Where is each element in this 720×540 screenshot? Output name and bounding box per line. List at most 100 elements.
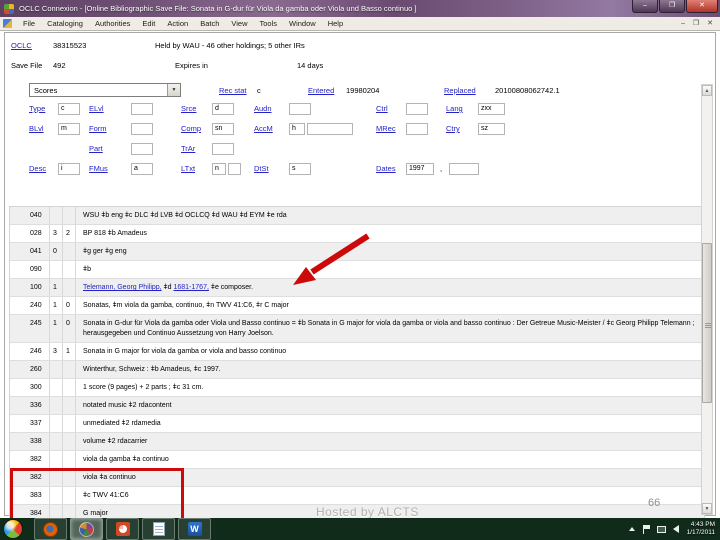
- marc-tag[interactable]: 245: [10, 315, 50, 342]
- ff-label-accm[interactable]: AccM: [254, 124, 273, 133]
- marc-content[interactable]: Sonatas, ǂm viola da gamba, continuo, ǂn…: [76, 297, 705, 314]
- ff-label-trar[interactable]: TrAr: [181, 144, 195, 153]
- close-button[interactable]: ✕: [686, 0, 718, 13]
- ff-value-lang[interactable]: zxx: [478, 103, 505, 115]
- ff-value-dtst[interactable]: s: [289, 163, 311, 175]
- marc-ind2[interactable]: 0: [63, 315, 76, 342]
- menu-batch[interactable]: Batch: [194, 17, 225, 31]
- ff-value-part[interactable]: [131, 143, 153, 155]
- menu-tools[interactable]: Tools: [254, 17, 284, 31]
- ff-label-audn[interactable]: Audn: [254, 104, 272, 113]
- volume-icon[interactable]: [672, 525, 679, 533]
- scrollbar-up-arrow-icon[interactable]: ▲: [702, 85, 712, 96]
- ff-value-ltxt-2[interactable]: [228, 163, 241, 175]
- marc-ind1[interactable]: [50, 415, 63, 432]
- marc-tag[interactable]: 300: [10, 379, 50, 396]
- marc-content[interactable]: viola da gamba ǂa continuo: [76, 451, 705, 468]
- marc-ind2[interactable]: [63, 397, 76, 414]
- ff-value-audn[interactable]: [289, 103, 311, 115]
- ff-value-form[interactable]: [131, 123, 153, 135]
- marc-ind2[interactable]: [63, 361, 76, 378]
- ff-label-desc[interactable]: Desc: [29, 164, 46, 173]
- marc-ind2[interactable]: [63, 433, 76, 450]
- maximize-button[interactable]: ❐: [659, 0, 685, 13]
- authority-link[interactable]: Telemann, Georg Philipp,: [83, 284, 162, 291]
- vertical-scrollbar[interactable]: ▲ ▼: [701, 84, 713, 515]
- marc-ind1[interactable]: 3: [50, 343, 63, 360]
- marc-content[interactable]: volume ǂ2 rdacarrier: [76, 433, 705, 450]
- start-button[interactable]: [3, 519, 23, 539]
- minimize-button[interactable]: –: [632, 0, 658, 13]
- ff-label-blvl[interactable]: BLvl: [29, 124, 44, 133]
- ff-label-dates[interactable]: Dates: [376, 164, 396, 173]
- dropdown-arrow-icon[interactable]: ▼: [167, 84, 180, 96]
- marc-ind2[interactable]: 1: [63, 343, 76, 360]
- ff-label-form[interactable]: Form: [89, 124, 107, 133]
- marc-ind2[interactable]: [63, 451, 76, 468]
- ff-value-ctry[interactable]: sz: [478, 123, 505, 135]
- ff-value-desc[interactable]: i: [58, 163, 80, 175]
- ff-label-dtst[interactable]: DtSt: [254, 164, 269, 173]
- entered-link[interactable]: Entered: [308, 86, 334, 95]
- mdi-window-controls[interactable]: – ❐ ✕: [681, 17, 716, 31]
- marc-content[interactable]: unmediated ǂ2 rdamedia: [76, 415, 705, 432]
- marc-content[interactable]: BP 818 ǂb Amadeus: [76, 225, 705, 242]
- marc-ind2[interactable]: 0: [63, 297, 76, 314]
- ff-value-comp[interactable]: sn: [212, 123, 234, 135]
- marc-ind1[interactable]: 1: [50, 279, 63, 296]
- marc-ind2[interactable]: [63, 415, 76, 432]
- marc-content[interactable]: 1 score (9 pages) + 2 parts ; ǂc 31 cm.: [76, 379, 705, 396]
- ff-label-ctrl[interactable]: Ctrl: [376, 104, 388, 113]
- ff-label-fmus[interactable]: FMus: [89, 164, 108, 173]
- marc-ind1[interactable]: [50, 433, 63, 450]
- format-dropdown[interactable]: Scores ▼: [29, 83, 181, 97]
- ff-label-srce[interactable]: Srce: [181, 104, 196, 113]
- marc-ind1[interactable]: 1: [50, 297, 63, 314]
- ff-value-dates-2[interactable]: [449, 163, 479, 175]
- network-icon[interactable]: [656, 525, 666, 533]
- marc-ind2[interactable]: [63, 379, 76, 396]
- marc-ind2[interactable]: 2: [63, 225, 76, 242]
- menu-edit[interactable]: Edit: [136, 17, 161, 31]
- marc-ind1[interactable]: [50, 397, 63, 414]
- ff-label-type[interactable]: Type: [29, 104, 45, 113]
- ff-label-ctry[interactable]: Ctry: [446, 124, 460, 133]
- ff-label-part[interactable]: Part: [89, 144, 103, 153]
- marc-content[interactable]: Winterthur, Schweiz : ǂb Amadeus, ǂc 199…: [76, 361, 705, 378]
- marc-content[interactable]: ǂb: [76, 261, 705, 278]
- menu-view[interactable]: View: [225, 17, 253, 31]
- marc-tag[interactable]: 382: [10, 451, 50, 468]
- ff-value-accm-2[interactable]: [307, 123, 353, 135]
- marc-tag[interactable]: 338: [10, 433, 50, 450]
- marc-tag[interactable]: 260: [10, 361, 50, 378]
- marc-tag[interactable]: 100: [10, 279, 50, 296]
- ff-value-ltxt[interactable]: n: [212, 163, 226, 175]
- ff-value-elvl[interactable]: [131, 103, 153, 115]
- marc-ind1[interactable]: [50, 361, 63, 378]
- marc-content[interactable]: Telemann, Georg Philipp, ǂd 1681-1767, ǂ…: [76, 279, 705, 296]
- ff-value-blvl[interactable]: m: [58, 123, 80, 135]
- marc-ind1[interactable]: 1: [50, 315, 63, 342]
- replaced-link[interactable]: Replaced: [444, 86, 476, 95]
- hidden-icons-arrow-icon[interactable]: [628, 527, 635, 531]
- ff-label-lang[interactable]: Lang: [446, 104, 463, 113]
- menu-help[interactable]: Help: [322, 17, 349, 31]
- marc-tag[interactable]: 246: [10, 343, 50, 360]
- scrollbar-down-arrow-icon[interactable]: ▼: [702, 503, 712, 514]
- action-center-flag-icon[interactable]: [642, 524, 650, 534]
- authority-link[interactable]: 1681-1767,: [173, 284, 208, 291]
- marc-tag[interactable]: 090: [10, 261, 50, 278]
- scrollbar-thumb[interactable]: [702, 243, 712, 403]
- marc-content[interactable]: notated music ǂ2 rdacontent: [76, 397, 705, 414]
- ff-value-fmus[interactable]: a: [131, 163, 153, 175]
- ff-value-accm[interactable]: h: [289, 123, 305, 135]
- marc-tag[interactable]: 041: [10, 243, 50, 260]
- marc-ind1[interactable]: 0: [50, 243, 63, 260]
- ff-value-srce[interactable]: d: [212, 103, 234, 115]
- marc-ind1[interactable]: [50, 379, 63, 396]
- marc-tag[interactable]: 336: [10, 397, 50, 414]
- marc-tag[interactable]: 240: [10, 297, 50, 314]
- marc-ind1[interactable]: [50, 207, 63, 224]
- ff-label-comp[interactable]: Comp: [181, 124, 201, 133]
- marc-ind1[interactable]: 3: [50, 225, 63, 242]
